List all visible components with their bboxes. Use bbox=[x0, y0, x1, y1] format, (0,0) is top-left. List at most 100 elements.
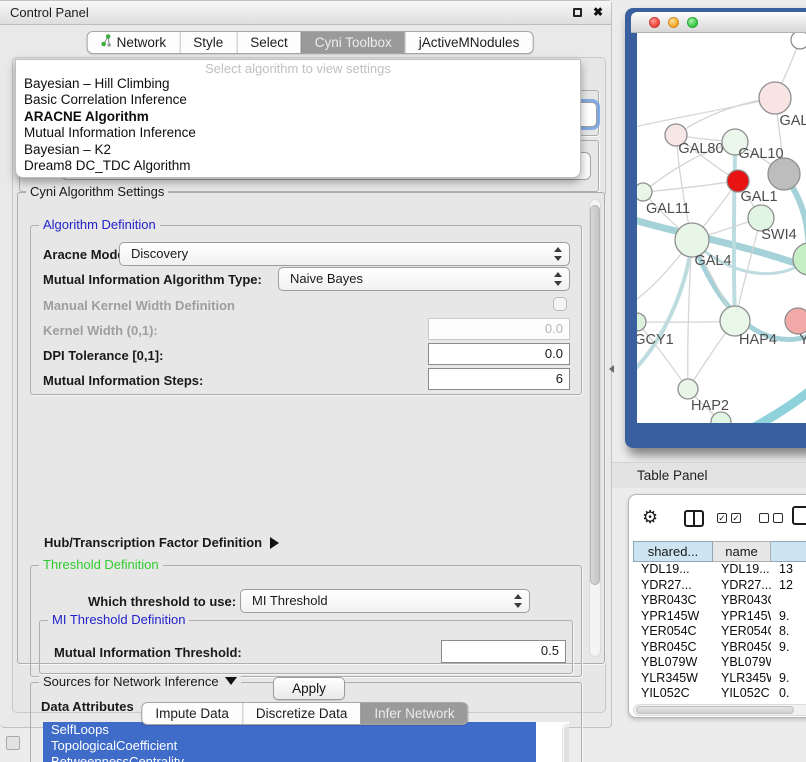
select-all-checkboxes-icon[interactable] bbox=[717, 513, 741, 523]
tab-cyni-toolbox[interactable]: Cyni Toolbox bbox=[301, 32, 405, 53]
kernel-width-field[interactable]: 0.0 bbox=[428, 318, 570, 340]
bottom-tab-bar: Impute DataDiscretize DataInfer Network bbox=[141, 702, 468, 725]
table-panel-header: Table Panel bbox=[612, 462, 806, 488]
control-panel-window: Control Panel ✖ NetworkStyleSelectCyni T… bbox=[0, 0, 612, 728]
node-label: Y bbox=[799, 332, 806, 348]
mi-threshold-definition-title: MI Threshold Definition bbox=[48, 613, 189, 627]
dropdown-item-bayesian-k2[interactable]: Bayesian – K2 bbox=[16, 142, 580, 158]
aracne-mode-combobox[interactable]: Discovery bbox=[119, 242, 570, 266]
tab-discretize-data[interactable]: Discretize Data bbox=[242, 703, 361, 724]
mi-threshold-definition-group: MI Threshold Definition Mutual Informati… bbox=[39, 620, 573, 674]
node-label: GAL11 bbox=[646, 201, 690, 217]
table-row[interactable]: YER054CYER054C8. bbox=[633, 624, 806, 640]
node-label: SWI4 bbox=[761, 227, 796, 243]
data-attributes-label: Data Attributes bbox=[41, 699, 134, 714]
kernel-width-label: Kernel Width (0,1): bbox=[43, 323, 158, 338]
threshold-definition-group: Threshold Definition Which threshold to … bbox=[30, 565, 582, 677]
table-row[interactable]: YBR043CYBR043C bbox=[633, 593, 806, 609]
network-node-y[interactable] bbox=[785, 308, 806, 334]
gear-icon[interactable] bbox=[642, 507, 658, 528]
network-window-titlebar bbox=[631, 12, 806, 33]
screen: { "window": { "title": "Control Panel" }… bbox=[0, 0, 806, 762]
dropdown-items: Bayesian – Hill ClimbingBasic Correlatio… bbox=[16, 76, 580, 174]
network-node-swi4[interactable] bbox=[793, 243, 806, 275]
dpi-tolerance-field[interactable]: 0.0 bbox=[428, 343, 570, 365]
table-row[interactable]: YPR145WYPR145W9. bbox=[633, 609, 806, 625]
network-canvas[interactable]: GALGAL80GAL10GAL1GAL11SWI4GAL4GCY1HAP4YH… bbox=[637, 33, 806, 423]
attribute-list-scrollbar[interactable] bbox=[562, 724, 569, 762]
which-threshold-label: Which threshold to use: bbox=[88, 594, 236, 609]
table-row[interactable]: YDR27...YDR27...12 bbox=[633, 578, 806, 594]
control-panel-titlebar: Control Panel ✖ bbox=[0, 1, 611, 25]
minimize-traffic-light-icon[interactable] bbox=[668, 17, 679, 28]
combo-arrows-icon bbox=[553, 247, 562, 261]
table-row[interactable]: YDL19...YDL19...13 bbox=[633, 562, 806, 578]
expand-right-icon bbox=[270, 537, 279, 549]
close-icon[interactable]: ✖ bbox=[593, 5, 603, 19]
node-table: shared...name YDL19...YDL19...13YDR27...… bbox=[633, 541, 806, 698]
sources-group-title[interactable]: Sources for Network Inference bbox=[39, 675, 241, 689]
mi-steps-field[interactable]: 6 bbox=[428, 368, 570, 390]
aracne-mode-label: Aracne Mode: bbox=[43, 247, 129, 262]
dropdown-item-aracne-algorithm[interactable]: ARACNE Algorithm bbox=[16, 109, 580, 125]
settings-scrollbar-thumb[interactable] bbox=[590, 205, 600, 585]
split-pane-collapse-icon[interactable] bbox=[609, 365, 614, 373]
network-node-gcy1[interactable] bbox=[637, 313, 646, 331]
column-header-2[interactable] bbox=[771, 541, 806, 562]
mi-algorithm-type-label: Mutual Information Algorithm Type: bbox=[43, 272, 262, 287]
table-horizontal-scrollbar[interactable] bbox=[633, 704, 806, 716]
table-row[interactable]: YBR045CYBR045C9. bbox=[633, 640, 806, 656]
zoom-traffic-light-icon[interactable] bbox=[687, 17, 698, 28]
tab-network[interactable]: Network bbox=[88, 32, 180, 53]
network-node[interactable] bbox=[791, 33, 806, 49]
close-traffic-light-icon[interactable] bbox=[649, 17, 660, 28]
table-row[interactable]: YLR345WYLR345W9. bbox=[633, 671, 806, 687]
network-node-hap2[interactable] bbox=[678, 379, 698, 399]
attribute-item-topologicalcoefficient[interactable]: TopologicalCoefficient bbox=[43, 738, 536, 754]
attribute-list-scrollbar-thumb[interactable] bbox=[564, 726, 569, 762]
dropdown-item-bayesian-hill-climbing[interactable]: Bayesian – Hill Climbing bbox=[16, 76, 580, 92]
dropdown-item-mutual-information-inference[interactable]: Mutual Information Inference bbox=[16, 125, 580, 141]
mi-algorithm-type-combobox[interactable]: Naive Bayes bbox=[278, 267, 570, 291]
node-label: GAL1 bbox=[740, 189, 777, 205]
threshold-definition-title: Threshold Definition bbox=[39, 558, 163, 572]
float-window-icon[interactable] bbox=[573, 8, 582, 17]
network-node[interactable] bbox=[768, 158, 800, 190]
tab-impute-data[interactable]: Impute Data bbox=[142, 703, 242, 724]
attribute-item-betweennesscentrality[interactable]: BetweennessCentrality bbox=[43, 754, 536, 762]
table-horizontal-scrollbar-thumb[interactable] bbox=[636, 706, 794, 714]
mi-threshold-label: Mutual Information Threshold: bbox=[54, 645, 242, 660]
network-node-gal[interactable] bbox=[759, 82, 791, 114]
deselect-all-checkboxes-icon[interactable] bbox=[759, 513, 783, 523]
algorithm-definition-group: Algorithm Definition Aracne Mode: Discov… bbox=[30, 225, 582, 395]
columns-icon[interactable] bbox=[684, 510, 704, 527]
column-header-shared[interactable]: shared... bbox=[633, 541, 713, 562]
apply-button[interactable]: Apply bbox=[273, 677, 345, 700]
tab-jactivemnodules[interactable]: jActiveMNodules bbox=[405, 32, 533, 53]
table-row[interactable]: YIL052CYIL052C0. bbox=[633, 686, 806, 698]
collapsed-panel-icon[interactable] bbox=[6, 736, 20, 750]
node-label: GAL80 bbox=[678, 141, 723, 157]
algorithm-definition-title: Algorithm Definition bbox=[39, 218, 160, 232]
network-node-gal4[interactable] bbox=[675, 223, 709, 257]
table-row[interactable]: YBL079WYBL079W bbox=[633, 655, 806, 671]
export-table-icon[interactable] bbox=[792, 506, 806, 525]
table-rows: YDL19...YDL19...13YDR27...YDR27...12YBR0… bbox=[633, 562, 806, 698]
dropdown-item-basic-correlation-inference[interactable]: Basic Correlation Inference bbox=[16, 92, 580, 108]
tab-infer-network[interactable]: Infer Network bbox=[360, 703, 467, 724]
which-threshold-combobox[interactable]: MI Threshold bbox=[240, 589, 530, 613]
tab-style[interactable]: Style bbox=[179, 32, 236, 53]
column-header-name[interactable]: name bbox=[713, 541, 771, 562]
hub-definition-toggle[interactable]: Hub/Transcription Factor Definition bbox=[44, 535, 279, 550]
settings-scrollbar[interactable] bbox=[589, 199, 601, 657]
mi-threshold-field[interactable]: 0.5 bbox=[441, 640, 566, 663]
manual-kernel-checkbox[interactable] bbox=[553, 297, 567, 311]
manual-kernel-label: Manual Kernel Width Definition bbox=[43, 298, 235, 313]
node-label: GAL4 bbox=[694, 253, 731, 269]
top-tab-bar: NetworkStyleSelectCyni ToolboxjActiveMNo… bbox=[87, 31, 534, 54]
network-node-gal11[interactable] bbox=[637, 183, 652, 201]
dpi-tolerance-label: DPI Tolerance [0,1]: bbox=[43, 348, 163, 363]
tab-select[interactable]: Select bbox=[236, 32, 301, 53]
dropdown-item-dream8-dc-tdc-algorithm[interactable]: Dream8 DC_TDC Algorithm bbox=[16, 158, 580, 174]
node-label: HAP4 bbox=[739, 332, 777, 348]
